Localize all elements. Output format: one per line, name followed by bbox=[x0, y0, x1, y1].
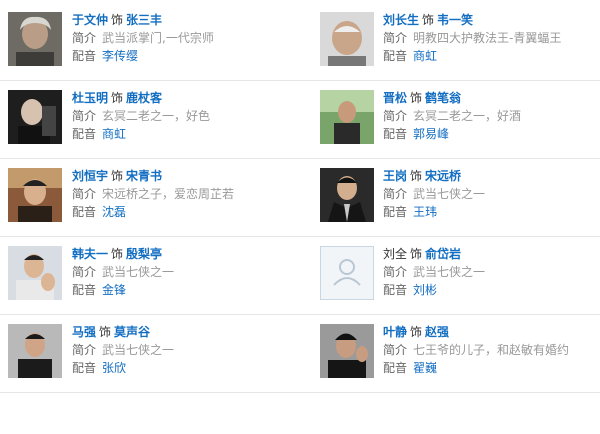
actor-photo[interactable] bbox=[320, 324, 374, 378]
actor-photo[interactable] bbox=[8, 90, 62, 144]
cast-card: 王岗饰宋远桥 简介 武当七侠之一 配音 王玮 bbox=[300, 159, 600, 237]
dubber-name[interactable]: 李传缨 bbox=[102, 49, 138, 63]
plays-label: 饰 bbox=[410, 247, 423, 261]
role-name[interactable]: 鹤笔翁 bbox=[425, 91, 461, 105]
actor-name[interactable]: 刘长生 bbox=[383, 13, 419, 27]
intro-label: 简介 bbox=[383, 187, 408, 201]
intro-label: 简介 bbox=[383, 31, 408, 45]
dubber-name[interactable]: 王玮 bbox=[413, 205, 437, 219]
actor-name[interactable]: 王岗 bbox=[383, 169, 407, 183]
cast-card: 刘恒宇饰宋青书 简介 宋远桥之子，爱恋周芷若 配音 沈磊 bbox=[0, 159, 300, 237]
actor-photo[interactable] bbox=[320, 12, 374, 66]
dubber-name[interactable]: 商虹 bbox=[413, 49, 437, 63]
intro-label: 简介 bbox=[72, 343, 97, 357]
actor-name[interactable]: 于文仲 bbox=[72, 13, 108, 27]
voice-label: 配音 bbox=[72, 361, 97, 375]
role-intro: 明教四大护教法王-青翼蝠王 bbox=[413, 31, 562, 45]
actor-photo[interactable] bbox=[320, 90, 374, 144]
intro-label: 简介 bbox=[383, 109, 408, 123]
actor-photo[interactable] bbox=[320, 168, 374, 222]
voice-label: 配音 bbox=[72, 205, 97, 219]
cast-card: 刘长生饰韦一笑 简介 明教四大护教法王-青翼蝠王 配音 商虹 bbox=[300, 3, 600, 81]
cast-card: 于文仲饰张三丰 简介 武当派掌门,一代宗师 配音 李传缨 bbox=[0, 3, 300, 81]
actor-name[interactable]: 杜玉明 bbox=[72, 91, 108, 105]
plays-label: 饰 bbox=[111, 13, 124, 27]
plays-label: 饰 bbox=[410, 91, 423, 105]
dubber-name[interactable]: 沈磊 bbox=[102, 205, 126, 219]
role-intro: 七王爷的儿子，和赵敏有婚约 bbox=[413, 343, 570, 357]
role-name[interactable]: 赵强 bbox=[425, 325, 449, 339]
role-name[interactable]: 鹿杖客 bbox=[126, 91, 162, 105]
role-name[interactable]: 殷梨亭 bbox=[126, 247, 162, 261]
plays-label: 饰 bbox=[410, 325, 423, 339]
plays-label: 饰 bbox=[111, 91, 124, 105]
actor-name[interactable]: 刘恒宇 bbox=[72, 169, 108, 183]
voice-label: 配音 bbox=[383, 361, 408, 375]
actor-photo[interactable] bbox=[8, 324, 62, 378]
cast-card: 马强饰莫声谷 简介 武当七侠之一 配音 张欣 bbox=[0, 315, 300, 393]
role-name[interactable]: 俞岱岩 bbox=[425, 247, 461, 261]
role-name[interactable]: 韦一笑 bbox=[437, 13, 473, 27]
role-intro: 玄冥二老之一，好色 bbox=[102, 109, 211, 123]
voice-label: 配音 bbox=[72, 283, 97, 297]
role-name[interactable]: 莫声谷 bbox=[114, 325, 150, 339]
plays-label: 饰 bbox=[111, 247, 124, 261]
intro-label: 简介 bbox=[72, 265, 97, 279]
intro-label: 简介 bbox=[72, 109, 97, 123]
dubber-name[interactable]: 张欣 bbox=[102, 361, 126, 375]
role-intro: 玄冥二老之一，好酒 bbox=[413, 109, 522, 123]
voice-label: 配音 bbox=[383, 205, 408, 219]
voice-label: 配音 bbox=[383, 283, 408, 297]
dubber-name[interactable]: 翟巍 bbox=[413, 361, 437, 375]
actor-photo[interactable] bbox=[8, 168, 62, 222]
role-intro: 武当七侠之一 bbox=[413, 265, 486, 279]
cast-card: 刘全饰俞岱岩 简介 武当七侠之一 配音 刘彬 bbox=[300, 237, 600, 315]
actor-name[interactable]: 叶静 bbox=[383, 325, 407, 339]
role-name[interactable]: 宋青书 bbox=[126, 169, 162, 183]
actor-name: 刘全 bbox=[383, 247, 408, 261]
avatar-placeholder-icon[interactable] bbox=[320, 246, 374, 300]
role-intro: 宋远桥之子，爱恋周芷若 bbox=[102, 187, 235, 201]
role-intro: 武当派掌门,一代宗师 bbox=[102, 31, 214, 45]
voice-label: 配音 bbox=[383, 127, 408, 141]
role-name[interactable]: 张三丰 bbox=[126, 13, 162, 27]
cast-card: 晋松饰鹤笔翁 简介 玄冥二老之一，好酒 配音 郭易峰 bbox=[300, 81, 600, 159]
role-intro: 武当七侠之一 bbox=[102, 343, 175, 357]
cast-card: 韩夫一饰殷梨亭 简介 武当七侠之一 配音 金锋 bbox=[0, 237, 300, 315]
plays-label: 饰 bbox=[410, 169, 423, 183]
dubber-name[interactable]: 刘彬 bbox=[413, 283, 437, 297]
plays-label: 饰 bbox=[111, 169, 124, 183]
intro-label: 简介 bbox=[72, 187, 97, 201]
actor-name[interactable]: 韩夫一 bbox=[72, 247, 108, 261]
role-intro: 武当七侠之一 bbox=[413, 187, 486, 201]
actor-photo[interactable] bbox=[8, 246, 62, 300]
actor-name[interactable]: 马强 bbox=[72, 325, 96, 339]
voice-label: 配音 bbox=[72, 49, 97, 63]
voice-label: 配音 bbox=[383, 49, 408, 63]
intro-label: 简介 bbox=[383, 343, 408, 357]
actor-name[interactable]: 晋松 bbox=[383, 91, 407, 105]
cast-list: 于文仲饰张三丰 简介 武当派掌门,一代宗师 配音 李传缨 刘长生饰韦一笑 简介 明教四… bbox=[0, 0, 600, 393]
actor-photo[interactable] bbox=[8, 12, 62, 66]
dubber-name[interactable]: 商虹 bbox=[102, 127, 126, 141]
dubber-name[interactable]: 金锋 bbox=[102, 283, 126, 297]
plays-label: 饰 bbox=[99, 325, 112, 339]
role-intro: 武当七侠之一 bbox=[102, 265, 175, 279]
cast-card: 杜玉明饰鹿杖客 简介 玄冥二老之一，好色 配音 商虹 bbox=[0, 81, 300, 159]
intro-label: 简介 bbox=[383, 265, 408, 279]
plays-label: 饰 bbox=[422, 13, 435, 27]
voice-label: 配音 bbox=[72, 127, 97, 141]
dubber-name[interactable]: 郭易峰 bbox=[413, 127, 449, 141]
role-name[interactable]: 宋远桥 bbox=[425, 169, 461, 183]
intro-label: 简介 bbox=[72, 31, 97, 45]
cast-card: 叶静饰赵强 简介 七王爷的儿子，和赵敏有婚约 配音 翟巍 bbox=[300, 315, 600, 393]
